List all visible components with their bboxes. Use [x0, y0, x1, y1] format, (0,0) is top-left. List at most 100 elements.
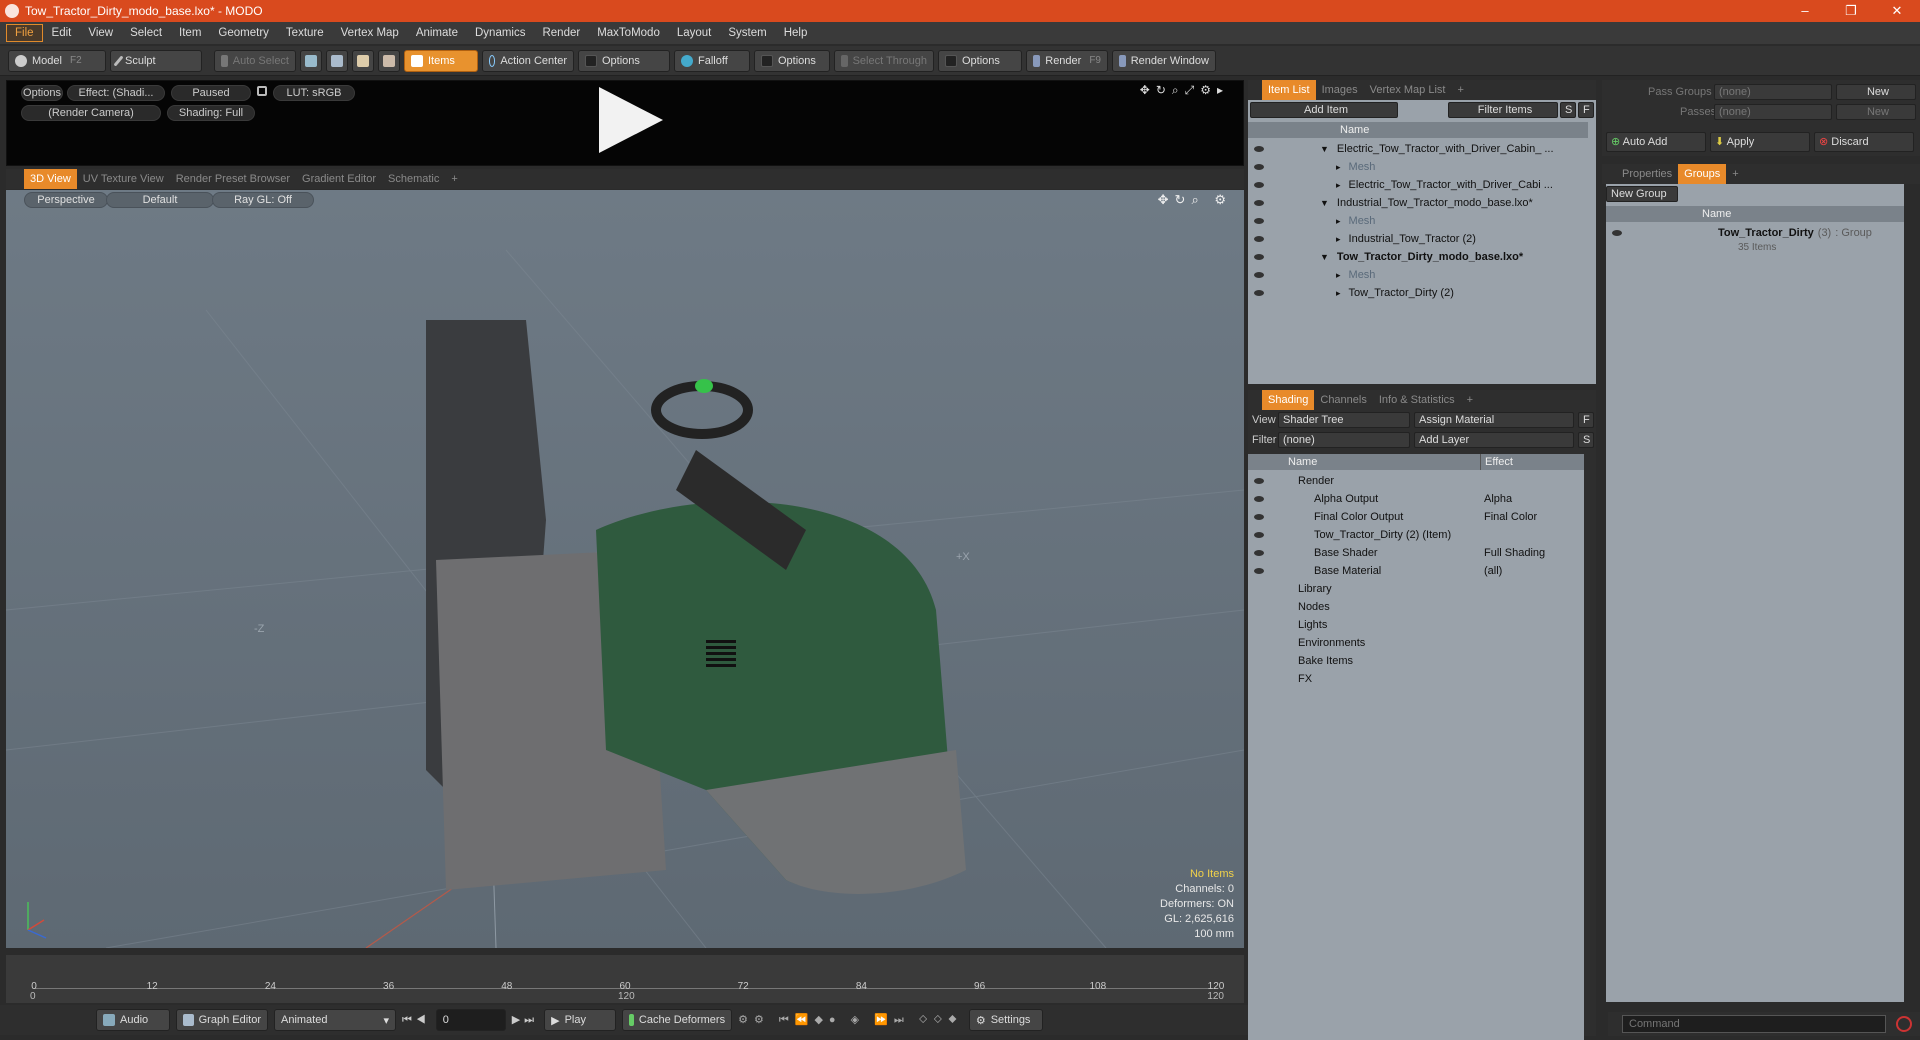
eye-icon[interactable] — [1254, 478, 1264, 484]
shader-effect-value[interactable]: (all) — [1484, 565, 1502, 577]
tab-gradient-editor[interactable]: Gradient Editor — [296, 169, 382, 189]
tab-uv-texture-view[interactable]: UV Texture View — [77, 169, 170, 189]
item-list-row[interactable]: ▼ Tow_Tractor_Dirty_modo_base.lxo* — [1248, 248, 1588, 266]
eye-icon[interactable] — [1254, 272, 1264, 278]
menu-view[interactable]: View — [80, 25, 121, 41]
settings-button[interactable]: ⚙ Settings — [968, 1009, 1043, 1031]
action-center-button[interactable]: Action Center — [482, 49, 574, 72]
eye-icon[interactable] — [1254, 218, 1264, 224]
auto-add-button[interactable]: ⊕ Auto Add — [1606, 132, 1706, 152]
add-tab-button[interactable]: + — [1726, 164, 1744, 184]
pass-groups-dropdown[interactable]: (none) — [1714, 84, 1832, 100]
action-center-options-button[interactable]: Options — [578, 49, 670, 72]
preview-paused-button[interactable]: Paused — [171, 85, 251, 101]
tab-schematic[interactable]: Schematic — [382, 169, 445, 189]
add-item-dropdown[interactable]: Add Item — [1250, 102, 1398, 118]
eye-icon[interactable] — [1254, 550, 1264, 556]
maximize-button[interactable]: ❐ — [1828, 0, 1874, 22]
item-list-row[interactable]: ▸ Mesh — [1248, 212, 1588, 230]
menu-file[interactable]: File — [6, 24, 43, 42]
skip-end-icon[interactable]: ▶⏭ — [512, 1013, 538, 1027]
eye-icon[interactable] — [1254, 290, 1264, 296]
render-window-button[interactable]: Render Window — [1112, 49, 1216, 72]
shader-tree-row[interactable]: Render — [1248, 472, 1584, 490]
tab-vertex-map-list[interactable]: Vertex Map List — [1364, 80, 1452, 100]
tab-render-preset-browser[interactable]: Render Preset Browser — [170, 169, 296, 189]
frame-input[interactable]: 0 — [435, 1009, 506, 1031]
preview-options-button[interactable]: Options — [21, 85, 63, 101]
eye-icon[interactable] — [1254, 496, 1264, 502]
item-list-row[interactable]: ▸ Mesh — [1248, 158, 1588, 176]
tab-3d-view[interactable]: 3D View — [24, 169, 77, 189]
tab-images[interactable]: Images — [1316, 80, 1364, 100]
render-button[interactable]: Render F9 — [1026, 49, 1108, 72]
tab-properties[interactable]: Properties — [1616, 164, 1678, 184]
shader-tree-row[interactable]: Lights — [1248, 616, 1584, 634]
new-pass-button[interactable]: New — [1836, 104, 1916, 120]
expand-arrow-icon[interactable]: ▼ — [1320, 198, 1329, 208]
eye-icon[interactable] — [1254, 514, 1264, 520]
select-through-options-button[interactable]: Options — [938, 49, 1022, 72]
shader-tree-row[interactable]: Base Material (all) — [1248, 562, 1584, 580]
eye-icon[interactable] — [1254, 568, 1264, 574]
eye-icon[interactable] — [1254, 146, 1264, 152]
item-list-row[interactable]: ▼ Industrial_Tow_Tractor_modo_base.lxo* — [1248, 194, 1588, 212]
shader-tree-row[interactable]: FX — [1248, 670, 1584, 688]
shader-tree-row[interactable]: Library — [1248, 580, 1584, 598]
expand-arrow-icon[interactable]: ▸ — [1336, 180, 1341, 191]
model-mode-button[interactable]: Model F2 — [8, 49, 106, 72]
menu-render[interactable]: Render — [534, 25, 588, 41]
menu-geometry[interactable]: Geometry — [210, 25, 277, 41]
menu-select[interactable]: Select — [122, 25, 170, 41]
tab-info-statistics[interactable]: Info & Statistics — [1373, 390, 1461, 410]
audio-button[interactable]: Audio — [96, 1009, 170, 1031]
s-toggle[interactable]: S — [1560, 102, 1576, 118]
tab-shading[interactable]: Shading — [1262, 390, 1315, 410]
falloff-options-button[interactable]: Options — [754, 49, 830, 72]
menu-maxtomodo[interactable]: MaxToModo — [589, 25, 668, 41]
shader-tree-row[interactable]: Base Shader Full Shading — [1248, 544, 1584, 562]
expand-arrow-icon[interactable]: ▼ — [1320, 144, 1329, 154]
assign-material-button[interactable]: Assign Material — [1414, 412, 1574, 428]
menu-texture[interactable]: Texture — [278, 25, 332, 41]
item-list-row[interactable]: ▸ Tow_Tractor_Dirty (2) — [1248, 284, 1588, 302]
menu-item[interactable]: Item — [171, 25, 209, 41]
cache-deformers-button[interactable]: Cache Deformers — [622, 1009, 733, 1031]
passes-dropdown[interactable]: (none) — [1714, 104, 1832, 120]
timeline-ruler[interactable]: 0 12 24 36 48 60 72 84 96 108 120 — [31, 961, 1224, 992]
shader-tree-row[interactable]: Nodes — [1248, 598, 1584, 616]
3d-viewport[interactable]: Perspective Default Ray GL: Off ✥↻⌕ ⚙ +X… — [6, 190, 1244, 948]
tab-groups[interactable]: Groups — [1678, 164, 1727, 184]
preview-shading-dropdown[interactable]: Shading: Full — [167, 105, 255, 121]
add-tab-button[interactable]: + — [1451, 80, 1469, 100]
shader-tree-row[interactable]: Alpha Output Alpha — [1248, 490, 1584, 508]
s-toggle[interactable]: S — [1578, 432, 1594, 448]
filter-dropdown[interactable]: (none) — [1278, 432, 1410, 448]
command-input[interactable] — [1622, 1015, 1886, 1033]
play-preview-icon[interactable] — [599, 87, 663, 153]
eye-icon[interactable] — [1254, 182, 1264, 188]
menu-system[interactable]: System — [720, 25, 774, 41]
menu-edit[interactable]: Edit — [44, 25, 80, 41]
f-toggle[interactable]: F — [1578, 102, 1594, 118]
f-toggle[interactable]: F — [1578, 412, 1594, 428]
expand-arrow-icon[interactable]: ▸ — [1336, 162, 1341, 173]
shader-tree-row[interactable]: Environments — [1248, 634, 1584, 652]
shader-tree-row[interactable]: Final Color Output Final Color — [1248, 508, 1584, 526]
tab-item-list[interactable]: Item List — [1262, 80, 1316, 100]
expand-arrow-icon[interactable]: ▸ — [1336, 234, 1341, 245]
minimize-button[interactable]: – — [1782, 0, 1828, 22]
expand-arrow-icon[interactable]: ▼ — [1320, 252, 1329, 262]
polygons-mode-button[interactable] — [352, 49, 374, 72]
skip-start-icon[interactable]: ⏮◀ — [402, 1014, 430, 1027]
new-group-button[interactable]: New Group — [1606, 186, 1678, 202]
edges-mode-button[interactable] — [326, 49, 348, 72]
add-tab-button[interactable]: + — [1461, 390, 1479, 410]
shader-tree-row[interactable]: Bake Items — [1248, 652, 1584, 670]
eye-icon[interactable] — [1254, 236, 1264, 242]
eye-icon[interactable] — [1254, 254, 1264, 260]
lock-icon[interactable] — [257, 86, 267, 96]
item-list-row[interactable]: ▼ Electric_Tow_Tractor_with_Driver_Cabin_… — [1248, 140, 1588, 158]
select-through-button[interactable]: Select Through — [834, 49, 934, 72]
eye-icon[interactable] — [1254, 200, 1264, 206]
